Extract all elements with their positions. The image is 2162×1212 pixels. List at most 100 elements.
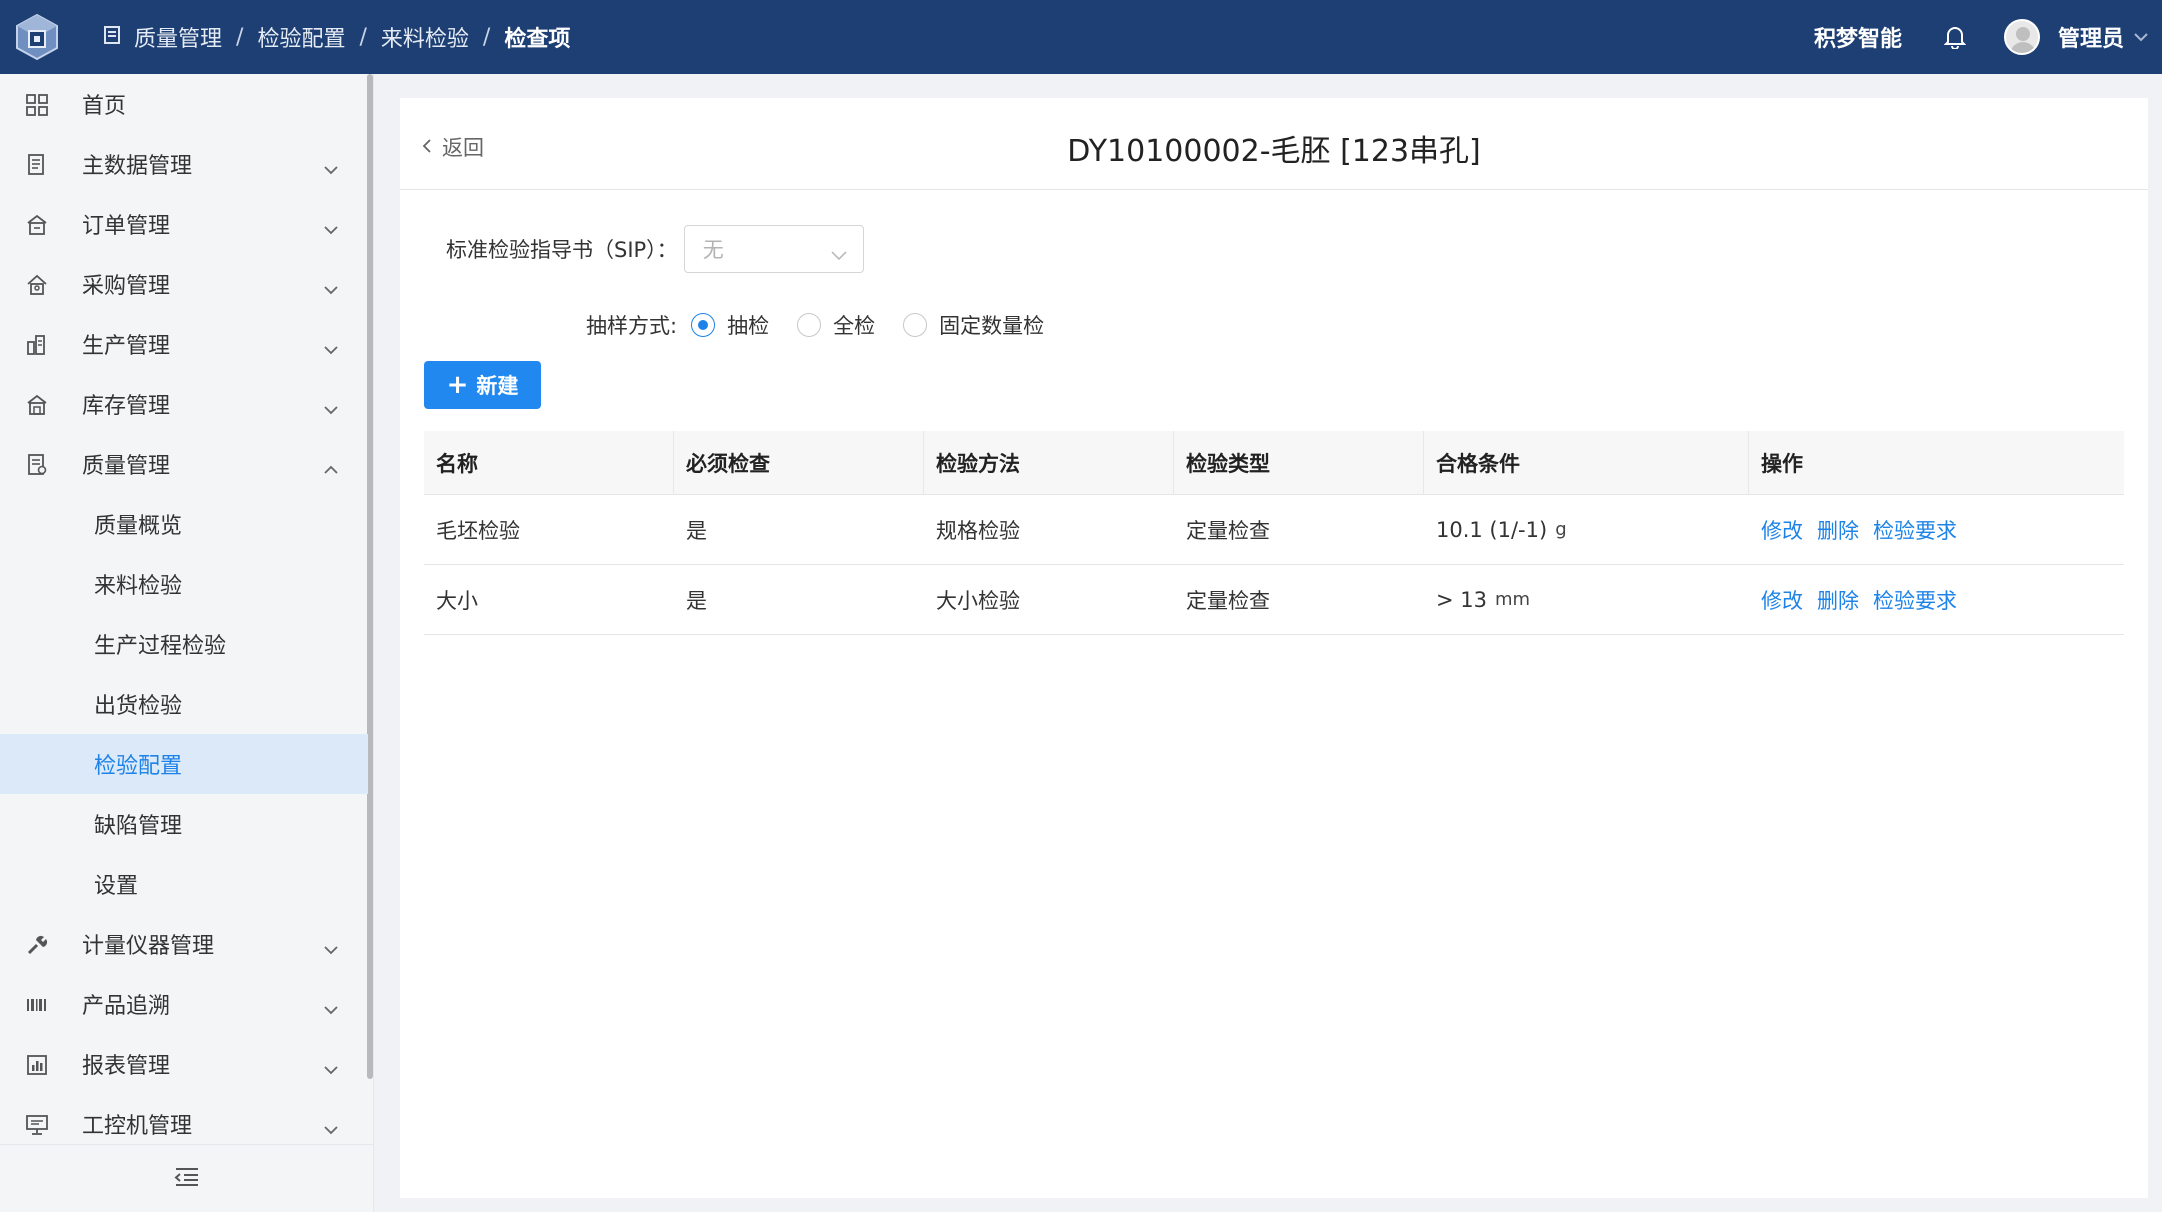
cell-required: 是: [686, 518, 707, 543]
sidebar-item-label: 采购管理: [82, 274, 171, 299]
sidebar-item-label: 库存管理: [82, 394, 171, 419]
chevron-down-icon: [324, 1116, 338, 1141]
chevron-down-icon: [324, 1056, 338, 1081]
monitor-icon: [24, 1112, 50, 1138]
sidebar-subitem-settings[interactable]: 设置: [0, 854, 368, 914]
chevron-down-icon: [324, 396, 338, 421]
table-header: 名称 必须检查 检验方法 检验类型 合格条件 操作: [424, 431, 2124, 495]
plus-icon: +: [446, 370, 469, 400]
sidebar: 首页 主数据管理 订单管理 采购管理 生产管理 库存管理 质量管理 质量概览 来…: [0, 74, 374, 1212]
sip-row: 标准检验指导书（SIP）： 无: [446, 225, 864, 273]
user-name[interactable]: 管理员: [2058, 21, 2124, 53]
sidebar-item-traceability[interactable]: 产品追溯: [0, 974, 368, 1034]
company-name: 积梦智能: [1813, 27, 1902, 52]
edit-link[interactable]: 修改: [1761, 515, 1803, 545]
radio-label: 抽检: [727, 314, 770, 338]
sidebar-item-label: 生产管理: [82, 334, 171, 359]
chevron-up-icon: [324, 456, 338, 481]
breadcrumb-quality[interactable]: 质量管理: [134, 21, 222, 53]
barcode-icon: [24, 992, 50, 1018]
cell-actions: 修改 删除 检验要求: [1749, 565, 2124, 634]
table-row: 毛坯检验 是 规格检验 定量检查 10.1 (1/-1) g 修改 删除 检验要…: [424, 495, 2124, 565]
breadcrumb-inspection-config[interactable]: 检验配置: [257, 21, 345, 53]
sampling-label: 抽样方式:: [586, 314, 678, 338]
sidebar-subitem-label: 质量概览: [94, 514, 183, 539]
sidebar-subitem-defect-management[interactable]: 缺陷管理: [0, 794, 368, 854]
sidebar-item-instruments[interactable]: 计量仪器管理: [0, 914, 368, 974]
main-panel: 返回 DY10100002-毛胚 [123串孔] 标准检验指导书（SIP）： 无…: [400, 98, 2148, 1198]
sidebar-item-master-data[interactable]: 主数据管理: [0, 134, 368, 194]
collapse-menu-icon: [174, 1167, 200, 1191]
sidebar-item-inventory[interactable]: 库存管理: [0, 374, 368, 434]
sidebar-subitem-label: 缺陷管理: [94, 814, 183, 839]
delete-link[interactable]: 删除: [1817, 515, 1859, 545]
condition-unit: g: [1555, 519, 1567, 540]
chevron-down-icon: [324, 336, 338, 361]
sip-select[interactable]: 无: [683, 225, 864, 273]
sidebar-item-label: 主数据管理: [82, 154, 193, 179]
sidebar-item-production[interactable]: 生产管理: [0, 314, 368, 374]
document-icon: [104, 25, 120, 50]
chevron-down-icon: [324, 156, 338, 181]
sidebar-subitem-label: 来料检验: [94, 574, 183, 599]
grid-icon: [24, 92, 50, 118]
inspection-items-table: 名称 必须检查 检验方法 检验类型 合格条件 操作 毛坯检验 是 规格检验 定量…: [424, 431, 2124, 635]
sidebar-item-reports[interactable]: 报表管理: [0, 1034, 368, 1094]
radio-sampling-spot[interactable]: 抽检: [691, 310, 769, 340]
sidebar-subitem-process-inspection[interactable]: 生产过程检验: [0, 614, 368, 674]
radio-sampling-fixed[interactable]: 固定数量检: [903, 310, 1044, 340]
edit-link[interactable]: 修改: [1761, 585, 1803, 615]
sidebar-item-label: 报表管理: [82, 1054, 171, 1079]
report-icon: [24, 1052, 50, 1078]
chevron-down-icon: [324, 276, 338, 301]
column-header-actions: 操作: [1761, 451, 1803, 476]
column-header-type: 检验类型: [1174, 431, 1424, 495]
sidebar-item-label: 计量仪器管理: [82, 934, 215, 959]
sidebar-item-orders[interactable]: 订单管理: [0, 194, 368, 254]
new-button-label: 新建: [476, 374, 519, 398]
sidebar-item-home[interactable]: 首页: [0, 74, 368, 134]
breadcrumb-incoming-inspection[interactable]: 来料检验: [381, 21, 469, 53]
chevron-down-icon[interactable]: [2134, 32, 2148, 42]
condition-unit: mm: [1495, 589, 1531, 610]
chevron-down-icon: [324, 216, 338, 241]
sidebar-subitem-label: 设置: [94, 874, 139, 899]
column-header-required: 必须检查: [674, 431, 924, 495]
bell-icon[interactable]: [1943, 25, 1966, 49]
inspection-requirements-link[interactable]: 检验要求: [1873, 515, 1957, 545]
sidebar-item-purchase[interactable]: 采购管理: [0, 254, 368, 314]
production-icon: [24, 332, 50, 358]
sidebar-item-label: 产品追溯: [82, 994, 171, 1019]
sidebar-item-label: 首页: [82, 94, 127, 119]
delete-link[interactable]: 删除: [1817, 585, 1859, 615]
chevron-down-icon: [831, 242, 847, 266]
breadcrumb: 质量管理 / 检验配置 / 来料检验 / 检查项: [104, 21, 570, 53]
sidebar-subitem-incoming-inspection[interactable]: 来料检验: [0, 554, 368, 614]
sidebar-subitem-quality-overview[interactable]: 质量概览: [0, 494, 368, 554]
sidebar-item-quality[interactable]: 质量管理: [0, 434, 368, 494]
sidebar-item-label: 质量管理: [82, 454, 171, 479]
condition-value: 10.1 (1/-1): [1436, 517, 1548, 542]
cell-actions: 修改 删除 检验要求: [1749, 495, 2124, 564]
radio-label: 固定数量检: [939, 314, 1045, 338]
panel-header: 返回 DY10100002-毛胚 [123串孔]: [400, 98, 2148, 190]
sidebar-subitem-inspection-config[interactable]: 检验配置: [0, 734, 368, 794]
quality-icon: [24, 452, 50, 478]
sidebar-subitem-shipping-inspection[interactable]: 出货检验: [0, 674, 368, 734]
sidebar-item-label: 订单管理: [82, 214, 171, 239]
column-header-method: 检验方法: [924, 431, 1174, 495]
top-header: 质量管理 / 检验配置 / 来料检验 / 检查项 积梦智能 管理员: [0, 0, 2162, 74]
radio-sampling-full[interactable]: 全检: [797, 310, 875, 340]
table-row: 大小 是 大小检验 定量检查 > 13 mm 修改 删除 检验要求: [424, 565, 2124, 635]
app-logo[interactable]: [0, 0, 74, 74]
avatar[interactable]: [2003, 19, 2040, 55]
column-header-condition: 合格条件: [1424, 431, 1749, 495]
chevron-down-icon: [324, 996, 338, 1021]
inspection-requirements-link[interactable]: 检验要求: [1873, 585, 1957, 615]
column-header-name: 名称: [424, 431, 674, 495]
purchase-icon: [24, 272, 50, 298]
collapse-sidebar-button[interactable]: [0, 1144, 374, 1212]
new-button[interactable]: + 新建: [424, 361, 541, 409]
cell-required: 是: [686, 588, 707, 613]
cell-name: 大小: [436, 588, 478, 613]
